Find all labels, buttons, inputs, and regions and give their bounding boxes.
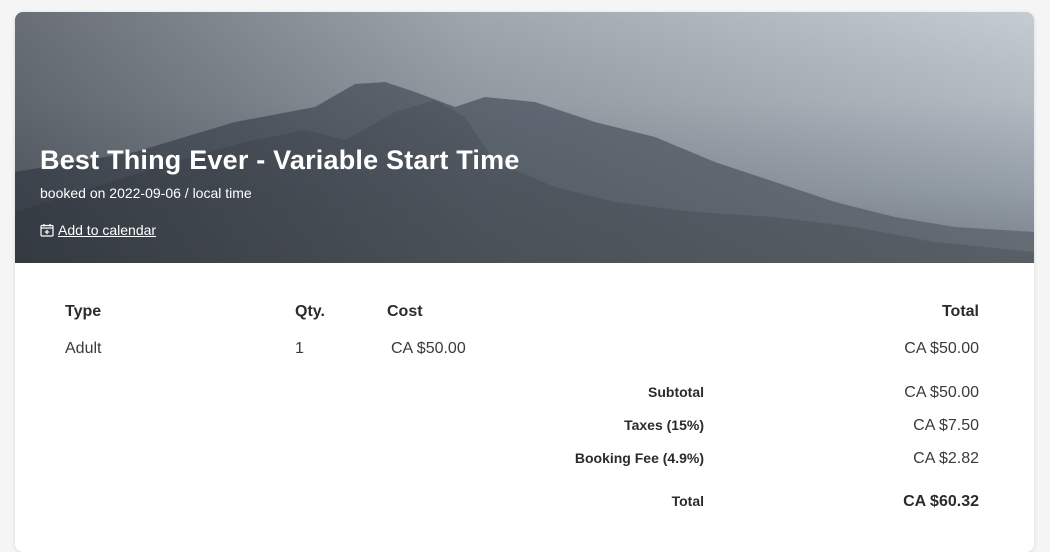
- total-value: CA $60.32: [903, 493, 979, 510]
- column-header-total: Total: [941, 303, 979, 320]
- row-qty: 1: [295, 340, 304, 357]
- row-cost: CA $50.00: [391, 340, 466, 357]
- booking-title: Best Thing Ever - Variable Start Time: [40, 145, 520, 175]
- taxes-label: Taxes (15%): [624, 417, 704, 433]
- booking-date: booked on 2022-09-06 / local time: [40, 185, 252, 201]
- subtotal-label: Subtotal: [648, 384, 704, 400]
- hero-banner: Best Thing Ever - Variable Start Time bo…: [15, 12, 1034, 263]
- booking-fee-value: CA $2.82: [913, 450, 979, 467]
- column-header-cost: Cost: [387, 303, 423, 320]
- taxes-value: CA $7.50: [913, 417, 979, 434]
- column-header-type: Type: [65, 303, 102, 320]
- total-label: Total: [671, 493, 704, 509]
- row-total: CA $50.00: [904, 340, 979, 357]
- add-to-calendar-label[interactable]: Add to calendar: [58, 222, 156, 238]
- booking-fee-label: Booking Fee (4.9%): [574, 450, 704, 466]
- hero-overlay: [15, 12, 1034, 263]
- add-to-calendar-link[interactable]: Add to calendar: [40, 222, 156, 238]
- subtotal-value: CA $50.00: [904, 384, 979, 401]
- booking-card: Best Thing Ever - Variable Start Time bo…: [15, 12, 1034, 552]
- column-header-qty: Qty.: [295, 303, 325, 320]
- row-type: Adult: [65, 340, 102, 357]
- calendar-plus-icon: [40, 224, 54, 237]
